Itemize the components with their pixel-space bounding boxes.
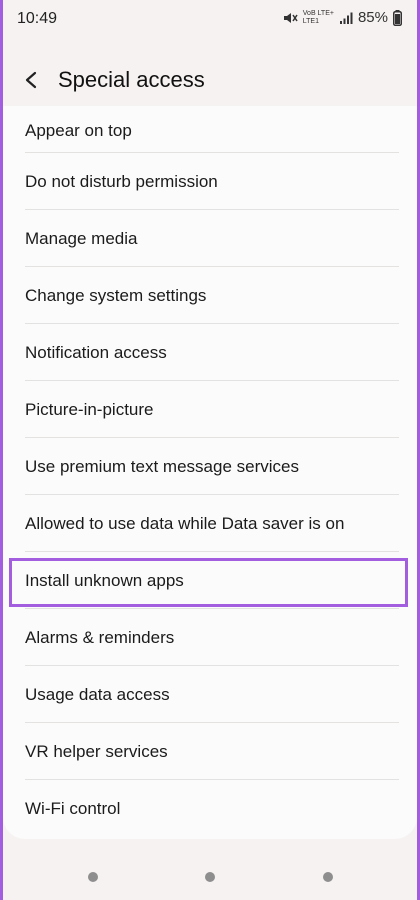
list-item-wifi-control[interactable]: Wi-Fi control: [3, 780, 417, 837]
battery-icon: [393, 9, 402, 26]
status-icons: VoB LTE+ LTE1 85%: [282, 9, 402, 26]
nav-home-button[interactable]: [205, 872, 215, 882]
list-item-label: Manage media: [25, 228, 138, 248]
list-item-label: Usage data access: [25, 684, 170, 704]
list-item-vr-helper-services[interactable]: VR helper services: [3, 723, 417, 780]
list-item-data-saver-allowed[interactable]: Allowed to use data while Data saver is …: [3, 495, 417, 552]
list-item-label: Do not disturb permission: [25, 171, 218, 191]
list-item-label: Change system settings: [25, 285, 207, 305]
list-item-manage-media[interactable]: Manage media: [3, 210, 417, 267]
list-item-do-not-disturb-permission[interactable]: Do not disturb permission: [3, 153, 417, 210]
list-item-change-system-settings[interactable]: Change system settings: [3, 267, 417, 324]
back-button[interactable]: [18, 64, 48, 96]
list-item-label: Install unknown apps: [25, 570, 184, 590]
list-item-label: VR helper services: [25, 741, 168, 761]
list-item-appear-on-top[interactable]: Appear on top: [3, 106, 417, 153]
list-item-notification-access[interactable]: Notification access: [3, 324, 417, 381]
signal-icon: [339, 11, 353, 25]
list-item-install-unknown-apps[interactable]: Install unknown apps: [3, 552, 417, 609]
nav-recents-button[interactable]: [88, 872, 98, 882]
list-item-label: Picture-in-picture: [25, 399, 154, 419]
special-access-list: Appear on top Do not disturb permission …: [3, 106, 417, 837]
list-item-picture-in-picture[interactable]: Picture-in-picture: [3, 381, 417, 438]
status-time: 10:49: [17, 10, 58, 27]
battery-percent: 85%: [357, 9, 388, 26]
list-item-label: Use premium text message services: [25, 456, 299, 476]
list-item-label: Notification access: [25, 342, 167, 362]
navigation-bar: [0, 860, 420, 894]
list-item-label: Allowed to use data while Data saver is …: [25, 513, 345, 533]
app-bar: Special access: [0, 58, 420, 102]
nav-back-button[interactable]: [323, 872, 333, 882]
list-item-label: Wi-Fi control: [25, 798, 121, 818]
page-title: Special access: [58, 67, 205, 92]
list-item-label: Appear on top: [25, 121, 132, 140]
chevron-left-icon: [18, 71, 48, 100]
special-access-list-card: Appear on top Do not disturb permission …: [3, 106, 417, 839]
list-item-alarms-reminders[interactable]: Alarms & reminders: [3, 609, 417, 666]
status-bar: 10:49 VoB LTE+ LTE1 85%: [0, 0, 420, 38]
network-line-1: VoB LTE+: [302, 9, 334, 17]
list-item-label: Alarms & reminders: [25, 627, 175, 647]
list-item-premium-text-message-services[interactable]: Use premium text message services: [3, 438, 417, 495]
network-indicator: VoB LTE+ LTE1: [303, 10, 334, 26]
list-item-usage-data-access[interactable]: Usage data access: [3, 666, 417, 723]
mute-icon: [282, 10, 298, 26]
network-line-2: LTE1: [302, 17, 319, 25]
